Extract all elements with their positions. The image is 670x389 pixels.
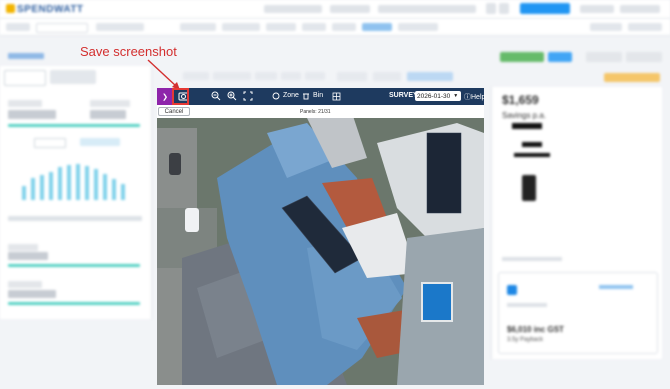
help-button[interactable]: ⓘHelp xyxy=(464,92,485,102)
annual-usage-value xyxy=(8,252,48,260)
chart-bar xyxy=(76,164,80,200)
chart-bar xyxy=(58,167,62,200)
bin-label[interactable]: Bin xyxy=(313,92,323,99)
chart-bar xyxy=(49,172,53,200)
toggle-monthly[interactable] xyxy=(34,138,66,148)
panels-count: Panels: 21/31 xyxy=(300,109,331,115)
zoom-out-icon xyxy=(211,91,221,101)
layer-chip-other[interactable] xyxy=(305,72,325,80)
survey-date-select[interactable]: 2026-01-30 ▼ xyxy=(415,91,461,101)
tab-all-panels[interactable] xyxy=(4,70,46,86)
right-panel: $1,659 Savings p.a. $6,010 inc GST 3.5y … xyxy=(491,87,662,359)
change-link[interactable] xyxy=(599,285,633,289)
cancel-button[interactable]: Cancel xyxy=(158,107,190,116)
provider-logo xyxy=(507,285,517,295)
chevron-down-icon: ▼ xyxy=(453,93,459,99)
kpi-label-2 xyxy=(90,100,130,107)
kpi-value-2 xyxy=(90,110,126,119)
layer-chip-shading[interactable] xyxy=(183,72,209,80)
kpi-label xyxy=(8,100,42,107)
survey-label: SURVEY xyxy=(389,92,418,99)
fullscreen-button[interactable] xyxy=(241,89,255,103)
fullscreen-icon xyxy=(243,91,253,101)
annual-usage-bar xyxy=(8,264,140,267)
status-badge xyxy=(604,73,660,82)
chart-legend xyxy=(8,216,142,221)
redacted-text xyxy=(512,123,542,129)
redacted-text-3 xyxy=(514,153,550,157)
map-action-button[interactable] xyxy=(337,72,367,81)
grid-toggle-button[interactable] xyxy=(330,89,342,103)
chart-bar xyxy=(121,184,125,200)
chart-bar xyxy=(67,165,71,200)
chart-bar xyxy=(85,166,89,200)
share-button[interactable] xyxy=(548,52,572,62)
battery-image xyxy=(522,175,536,201)
tab-electricity[interactable] xyxy=(50,70,96,84)
card-line xyxy=(507,303,547,307)
left-panel xyxy=(0,66,152,319)
layer-toolbar xyxy=(155,70,485,82)
trash-bin-icon xyxy=(303,93,309,100)
help-icon: ⓘ xyxy=(464,94,471,101)
annual-energy-bar xyxy=(8,302,140,305)
menu-toggle-button[interactable]: ❯ xyxy=(157,88,173,105)
chart-bar xyxy=(40,175,44,200)
toggle-yearly[interactable] xyxy=(80,138,120,146)
chart-bar xyxy=(94,169,98,200)
zone-label[interactable]: Zone xyxy=(283,92,299,99)
chart-bar xyxy=(103,174,107,200)
back-link[interactable] xyxy=(8,53,44,59)
save-screenshot-highlight xyxy=(172,88,189,105)
layer-chip-3d[interactable] xyxy=(255,72,277,80)
zoom-in-icon xyxy=(227,91,237,101)
aerial-map[interactable] xyxy=(157,88,484,385)
chart-bar xyxy=(22,186,26,200)
footer-price: $6,010 inc GST xyxy=(507,325,564,334)
footer-payback: 3.5y Payback xyxy=(507,337,544,343)
more-button[interactable] xyxy=(626,52,662,62)
map-toolbar: ❯ Zone Bin SURVEY 2026-01-30 ▼ ⓘHelp xyxy=(157,88,485,105)
layer-chip-roof[interactable] xyxy=(281,72,301,80)
redacted-text-2 xyxy=(522,142,542,147)
layer-chip-roof-shading[interactable] xyxy=(213,72,251,80)
chart-bar xyxy=(31,178,35,200)
energy-chart xyxy=(22,158,134,200)
savings-label: Savings p.a. xyxy=(502,111,547,120)
zoom-in-button[interactable] xyxy=(225,89,239,103)
detail-line xyxy=(502,257,562,261)
price-value: $1,659 xyxy=(502,93,539,107)
clock-icon xyxy=(272,92,280,100)
export-button[interactable] xyxy=(586,52,622,62)
annual-energy-value xyxy=(8,290,56,298)
zoom-out-button[interactable] xyxy=(209,89,223,103)
proposal-card[interactable]: $6,010 inc GST 3.5y Payback xyxy=(498,272,658,354)
annual-energy-label xyxy=(8,281,42,288)
kpi-progress-bar xyxy=(8,124,140,127)
map-action-button-2[interactable] xyxy=(373,72,401,81)
save-proposal-button[interactable] xyxy=(500,52,544,62)
map-primary-action[interactable] xyxy=(407,72,453,81)
survey-date-value: 2026-01-30 xyxy=(417,92,451,100)
kpi-value xyxy=(8,110,56,119)
grid-icon xyxy=(332,92,340,100)
chart-bar xyxy=(112,179,116,200)
zone-toggle-icon[interactable] xyxy=(270,89,282,103)
annual-usage-label xyxy=(8,244,38,251)
bin-icon[interactable] xyxy=(301,89,311,103)
